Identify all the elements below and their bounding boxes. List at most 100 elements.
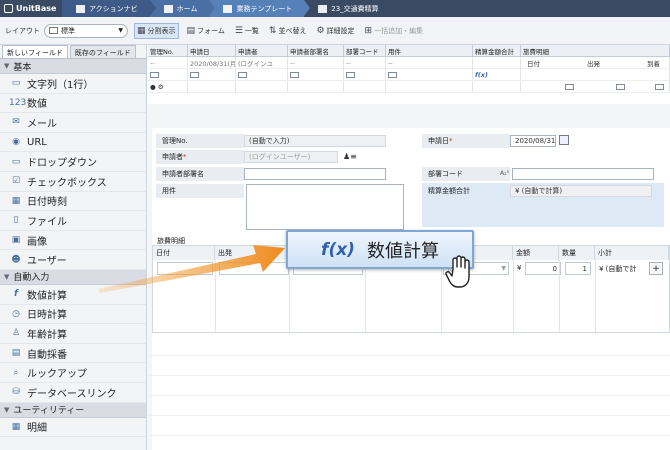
autonumber-icon: ▤: [11, 348, 21, 359]
layout-label: レイアウト: [5, 26, 40, 35]
field-icon: [388, 71, 397, 78]
field-icon: [150, 71, 159, 78]
field-detail-table[interactable]: ▦ 明細: [0, 418, 146, 438]
mail-icon: ✉: [12, 117, 20, 128]
navi-icon: [76, 4, 85, 13]
text-format-icon: A₂°: [500, 170, 510, 177]
field-mail[interactable]: ✉ メール: [0, 113, 146, 133]
kanri-label: 管理No.: [156, 134, 244, 148]
user-select-icon[interactable]: ♟≡: [343, 152, 357, 161]
toolbar: レイアウト 標準 ▼ ▦ 分割表示 ▤ フォーム ☰ 一覧 ⇅ 並べ替え ⚙ 詳細設定 ⊞ 一…: [0, 17, 670, 45]
field-db-link[interactable]: ⛁ データベースリンク: [0, 383, 146, 403]
field-url[interactable]: ◉ URL: [0, 133, 146, 153]
layout-select[interactable]: 標準 ▼: [44, 23, 128, 38]
field-datetime-calc[interactable]: ◷ 日時計算: [0, 305, 146, 325]
clock-calc-icon: ◷: [12, 308, 20, 319]
sub-col-depart: 出発: [587, 59, 600, 68]
split-view-button[interactable]: ▦ 分割表示: [134, 22, 179, 39]
breadcrumb-app[interactable]: 23_交通費精算: [304, 0, 398, 17]
kanri-field[interactable]: (自動で入力): [244, 135, 386, 147]
list-icon: ☰: [234, 25, 243, 36]
tab-existing-fields[interactable]: 既存のフィールド: [69, 45, 136, 58]
tab-new-fields[interactable]: 新しいフィールド: [2, 45, 68, 58]
logo-icon: [4, 4, 13, 13]
field-icon: [290, 71, 299, 78]
purpose-textarea[interactable]: [246, 184, 404, 230]
section-auto-input[interactable]: ▼ 自動入力: [0, 269, 146, 285]
detail-depart-input[interactable]: [219, 262, 289, 275]
section-basic[interactable]: ▼ 基本: [0, 59, 146, 74]
top-bar: UnitBase アクションナビ ホーム 業務テンプレート 23_交通費精算: [0, 0, 670, 17]
field-image[interactable]: ▣ 画像: [0, 231, 146, 251]
col-total[interactable]: 精算金額合計: [473, 45, 521, 56]
table-icon: ▦: [11, 421, 21, 432]
dept-code-field[interactable]: [512, 168, 654, 180]
col-dept[interactable]: 申請者部署名: [288, 45, 344, 56]
col-kanri[interactable]: 管理No.: [148, 45, 188, 56]
details-button[interactable]: ⚙ 詳細設定: [314, 23, 356, 39]
form-icon: ▤: [186, 25, 196, 36]
field-lookup[interactable]: ⌕ ルックアップ: [0, 363, 146, 383]
field-dropdown[interactable]: ▭ ドロップダウン: [0, 152, 146, 172]
info-icon[interactable]: ● ⚙: [148, 81, 188, 92]
fx-icon: f(x): [321, 239, 355, 260]
fx-icon: f: [14, 289, 18, 300]
field-numeric-calc[interactable]: f 数値計算: [0, 285, 146, 305]
required-mark: *: [183, 153, 187, 161]
col-dept-code[interactable]: 部署コード: [344, 45, 386, 56]
breadcrumb-actionnavi[interactable]: アクションナビ: [62, 0, 156, 17]
palette-tabs: 新しいフィールド 既存のフィールド: [0, 45, 146, 59]
user-icon: ☻: [11, 254, 21, 265]
chevron-down-icon: ▼: [118, 27, 123, 34]
bulk-edit-button[interactable]: ⊞ 一括追加・編集: [363, 23, 426, 39]
field-text-line[interactable]: ▭ 文字列（1行）: [0, 74, 146, 94]
field-autonumber[interactable]: ▤ 自動採番: [0, 344, 146, 364]
calendar-icon[interactable]: [559, 135, 569, 145]
yen-mark: ¥: [517, 264, 522, 272]
grid-row-icons: f(x): [148, 69, 670, 81]
detail-date-input[interactable]: [157, 262, 213, 275]
section-utility[interactable]: ▼ ユーティリティー: [0, 402, 146, 418]
col-applicant[interactable]: 申請者: [236, 45, 288, 56]
field-checkbox[interactable]: ☑ チェックボックス: [0, 172, 146, 192]
split-icon: ▦: [137, 25, 146, 36]
field-user[interactable]: ☻ ユーザー: [0, 250, 146, 270]
required-mark: *: [449, 137, 453, 145]
database-icon: [318, 4, 328, 13]
calendar-icon: [565, 83, 574, 90]
detail-col-amount: 金額: [513, 246, 559, 260]
detail-col-qty: 数量: [559, 246, 595, 260]
layout-icon: [49, 27, 58, 34]
sort-button[interactable]: ⇅ 並べ替え: [267, 23, 309, 39]
applicant-field[interactable]: (ログインユーザー): [244, 151, 338, 163]
col-date[interactable]: 申請日: [188, 45, 236, 56]
col-travel[interactable]: 旅費明細: [521, 45, 670, 56]
db-link-icon: ⛁: [12, 387, 20, 398]
detail-amount-input[interactable]: 0: [525, 262, 561, 275]
brand[interactable]: UnitBase: [0, 4, 62, 13]
field-datetime[interactable]: ▦ 日付時刻: [0, 192, 146, 212]
sub-col-arrive: 到着: [647, 59, 660, 68]
field-palette: 新しいフィールド 既存のフィールド ▼ 基本 ▭ 文字列（1行） 123 数値 ✉ メー…: [0, 45, 147, 450]
form-button[interactable]: ▤ フォーム: [185, 23, 227, 39]
total-field[interactable]: ¥ (自動で計算): [510, 185, 652, 197]
field-file[interactable]: ▯ ファイル: [0, 211, 146, 231]
breadcrumb-template[interactable]: 業務テンプレート: [209, 0, 311, 17]
date-field[interactable]: 2020/08/31: [510, 135, 556, 147]
dept-field[interactable]: [244, 168, 386, 180]
list-button[interactable]: ☰ 一覧: [233, 23, 261, 39]
grid-row-1[interactable]: -- 2020/08/31(月) (ログインユ -- -- -- 日付 出発 到…: [148, 57, 670, 69]
field-number[interactable]: 123 数値: [0, 94, 146, 114]
bulk-icon: ⊞: [364, 25, 373, 36]
dropdown-icon: ▭: [11, 156, 21, 167]
field-age-calc[interactable]: ♙ 年齢計算: [0, 324, 146, 344]
add-row-button[interactable]: +: [649, 262, 663, 275]
fx-icon: f(x): [475, 70, 488, 79]
lookup-icon: ⌕: [13, 367, 19, 378]
breadcrumb-home[interactable]: ホーム: [149, 0, 216, 17]
collapse-icon: ▼: [4, 272, 10, 281]
detail-qty-input[interactable]: 1: [565, 262, 591, 275]
col-purpose[interactable]: 用件: [386, 45, 473, 56]
date-label: 申請日 *: [422, 134, 510, 148]
image-icon: ▣: [11, 235, 21, 246]
